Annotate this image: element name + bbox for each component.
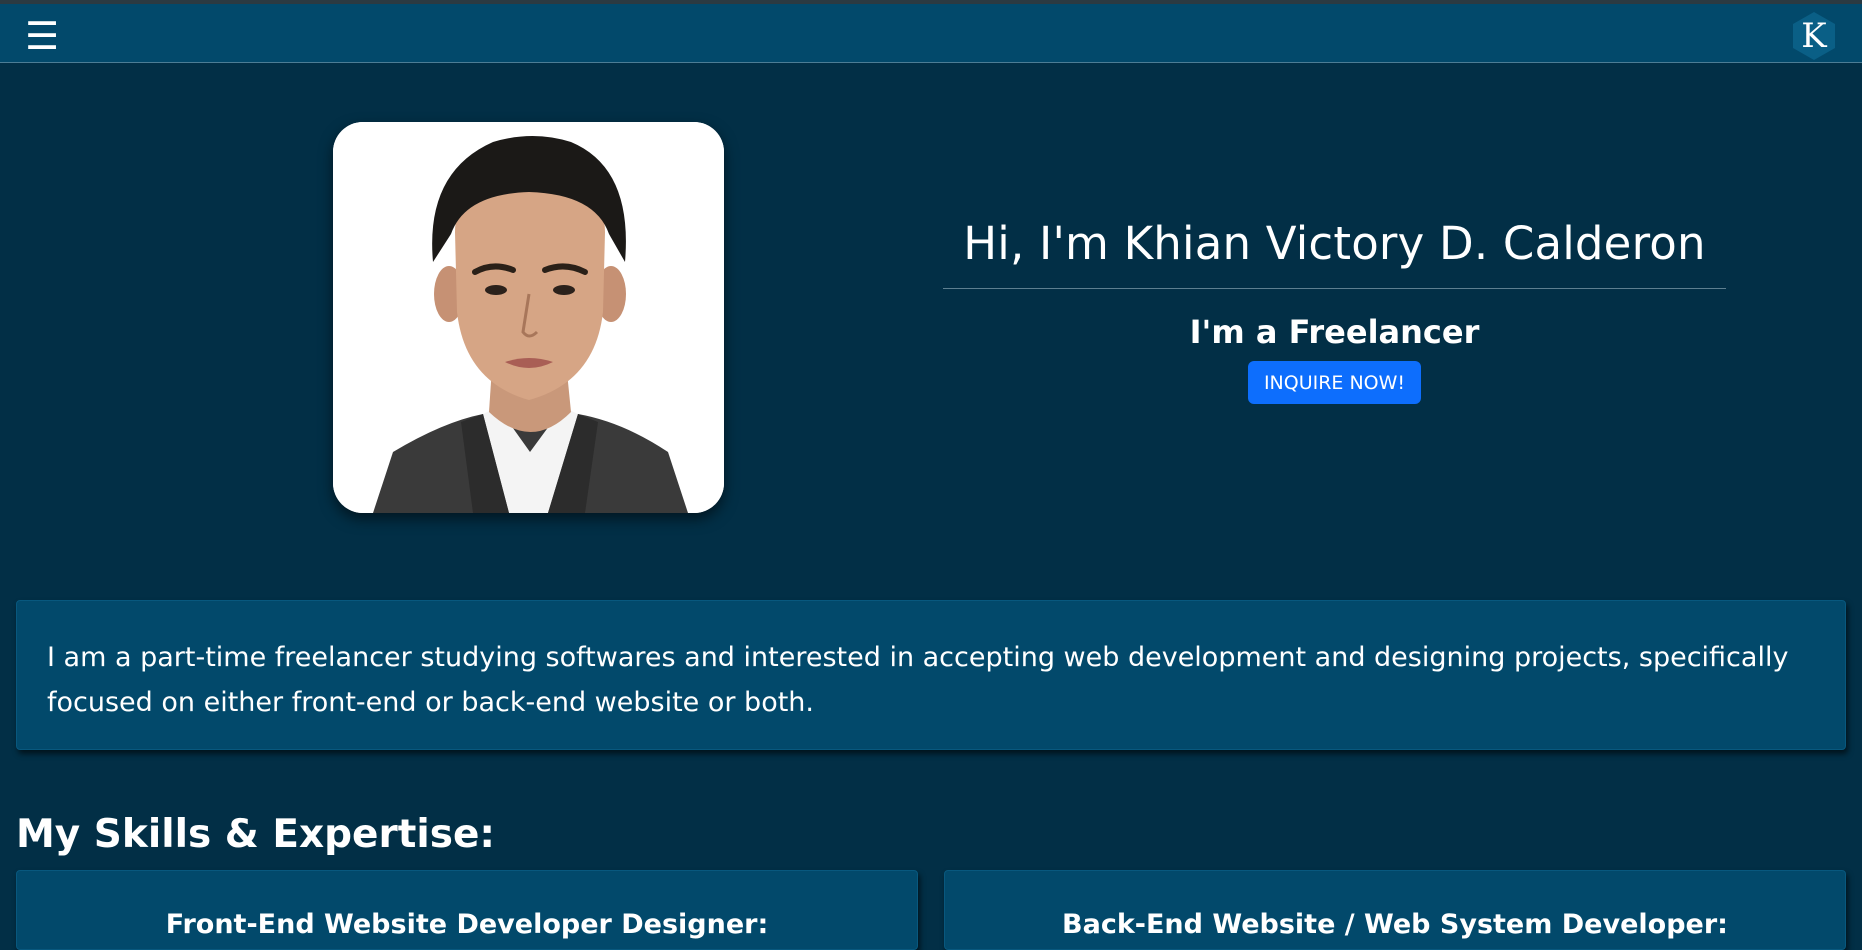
hamburger-menu-icon: ☰ (24, 14, 60, 58)
skill-card-back-end: Back-End Website / Web System Developer: (944, 870, 1846, 950)
skills-heading: My Skills & Expertise: (16, 812, 495, 857)
hero-subtitle: I'm a Freelancer (1189, 313, 1480, 351)
skill-card-title: Back-End Website / Web System Developer: (1062, 909, 1728, 940)
about-card: I am a part-time freelancer studying sof… (16, 600, 1846, 750)
site-logo[interactable]: K (1788, 10, 1840, 62)
menu-button[interactable]: ☰ (22, 14, 62, 58)
hero-divider (943, 288, 1726, 289)
logo-letter: K (1801, 16, 1827, 56)
skill-card-title: Front-End Website Developer Designer: (165, 909, 769, 940)
profile-photo (333, 122, 724, 513)
inquire-now-button[interactable]: INQUIRE NOW! (1247, 361, 1422, 404)
about-text: I am a part-time freelancer studying sof… (47, 642, 1789, 718)
top-navbar: ☰ K (0, 4, 1862, 63)
hero-title: Hi, I'm Khian Victory D. Calderon (963, 217, 1706, 270)
portrait-image (333, 122, 724, 513)
skill-card-front-end: Front-End Website Developer Designer: (16, 870, 918, 950)
hero-section: Hi, I'm Khian Victory D. Calderon I'm a … (943, 205, 1726, 404)
